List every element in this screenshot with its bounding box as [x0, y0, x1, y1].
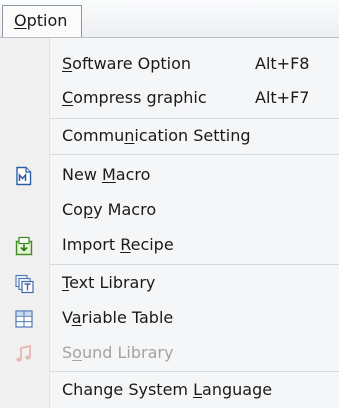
menu-item-sound-library: Sound Library	[0, 335, 339, 371]
menu-item-communication-setting[interactable]: Communication Setting	[0, 118, 339, 154]
menu-item-import-recipe[interactable]: Import Recipe	[0, 227, 339, 263]
option-menu-mnemonic: O	[14, 11, 27, 30]
menu-item-compress-graphic[interactable]: Compress graphic Alt+F7	[0, 80, 339, 116]
new-macro-icon	[14, 166, 34, 186]
sound-library-icon	[14, 344, 34, 364]
menu-item-new-macro[interactable]: New Macro	[0, 157, 339, 193]
shortcut-label: Alt+F8	[255, 54, 310, 73]
menu-item-label: Change System Language	[62, 380, 273, 399]
menu-item-label: Import Recipe	[62, 235, 174, 254]
menu-item-label: New Macro	[62, 165, 151, 184]
variable-table-icon	[14, 309, 34, 329]
menu-item-label: Text Library	[62, 273, 156, 292]
menu-item-label: Communication Setting	[62, 126, 251, 145]
import-recipe-icon	[14, 236, 34, 256]
menu-item-label: Compress graphic	[62, 88, 207, 107]
menu-item-label: Software Option	[62, 54, 192, 73]
menu-separator	[50, 154, 339, 155]
option-menu-label-post: ption	[26, 11, 68, 30]
menu-item-change-system-language[interactable]: Change System Language	[0, 372, 339, 408]
menu-item-variable-table[interactable]: Variable Table	[0, 300, 339, 336]
menu-bar: Option	[0, 0, 339, 38]
menu-item-label: Sound Library	[62, 343, 174, 362]
text-library-icon	[14, 274, 34, 294]
shortcut-label: Alt+F7	[255, 88, 310, 107]
menu-item-copy-macro[interactable]: Copy Macro	[0, 192, 339, 228]
menu-item-label: Copy Macro	[62, 200, 157, 219]
menu-item-text-library[interactable]: Text Library	[0, 265, 339, 301]
option-dropdown-menu: Software Option Alt+F8 Compress graphic …	[0, 38, 339, 408]
menu-item-software-option[interactable]: Software Option Alt+F8	[0, 46, 339, 82]
menu-item-label: Variable Table	[62, 308, 174, 327]
option-menu-button[interactable]: Option	[2, 5, 82, 38]
